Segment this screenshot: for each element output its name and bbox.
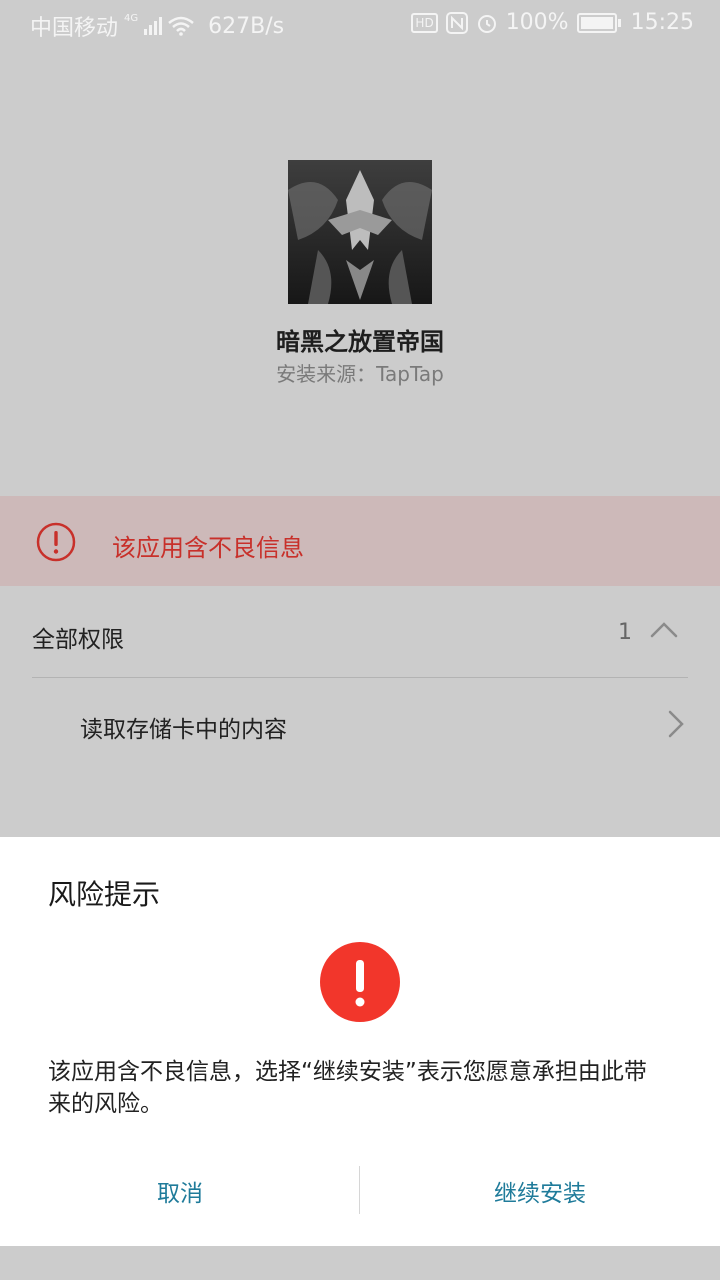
cancel-button[interactable]: 取消 xyxy=(0,1160,360,1222)
battery-icon xyxy=(576,12,621,33)
permissions-title: 全部权限 xyxy=(32,627,124,653)
status-bar: 中国移动 4G 627B/s HD 100% 15:25 xyxy=(0,0,720,50)
alert-filled-icon xyxy=(320,942,400,1022)
nfc-icon xyxy=(445,11,468,34)
carrier-name: 中国移动 xyxy=(30,16,119,41)
divider xyxy=(32,677,688,678)
chevron-right-icon xyxy=(664,708,688,740)
status-left: 中国移动 4G 627B/s xyxy=(30,10,284,42)
permissions-count: 1 xyxy=(618,620,632,645)
chevron-up-icon[interactable] xyxy=(648,618,680,642)
network-speed: 627B/s xyxy=(208,13,285,39)
exclamation-circle-icon xyxy=(36,522,76,562)
warning-text: 该应用含不良信息 xyxy=(112,534,304,562)
wifi-icon xyxy=(168,16,194,36)
clock-time: 15:25 xyxy=(630,10,694,35)
alarm-icon xyxy=(477,14,496,33)
permission-item-label: 读取存储卡中的内容 xyxy=(80,717,287,743)
battery-percent: 100% xyxy=(505,10,569,35)
app-icon xyxy=(288,160,432,304)
hd-icon: HD xyxy=(411,12,438,33)
warning-banner xyxy=(0,496,720,586)
status-right: HD 100% 15:25 xyxy=(411,10,694,35)
install-source: 安装来源：TapTap xyxy=(276,362,444,386)
dialog-message: 该应用含不良信息，选择“继续安装”表示您愿意承担由此带来的风险。 xyxy=(48,1059,647,1117)
signal-icon xyxy=(144,17,163,35)
dialog-title: 风险提示 xyxy=(48,878,161,911)
app-name: 暗黑之放置帝国 xyxy=(276,328,444,356)
continue-install-button[interactable]: 继续安装 xyxy=(360,1160,720,1222)
network-type: 4G xyxy=(124,12,139,24)
